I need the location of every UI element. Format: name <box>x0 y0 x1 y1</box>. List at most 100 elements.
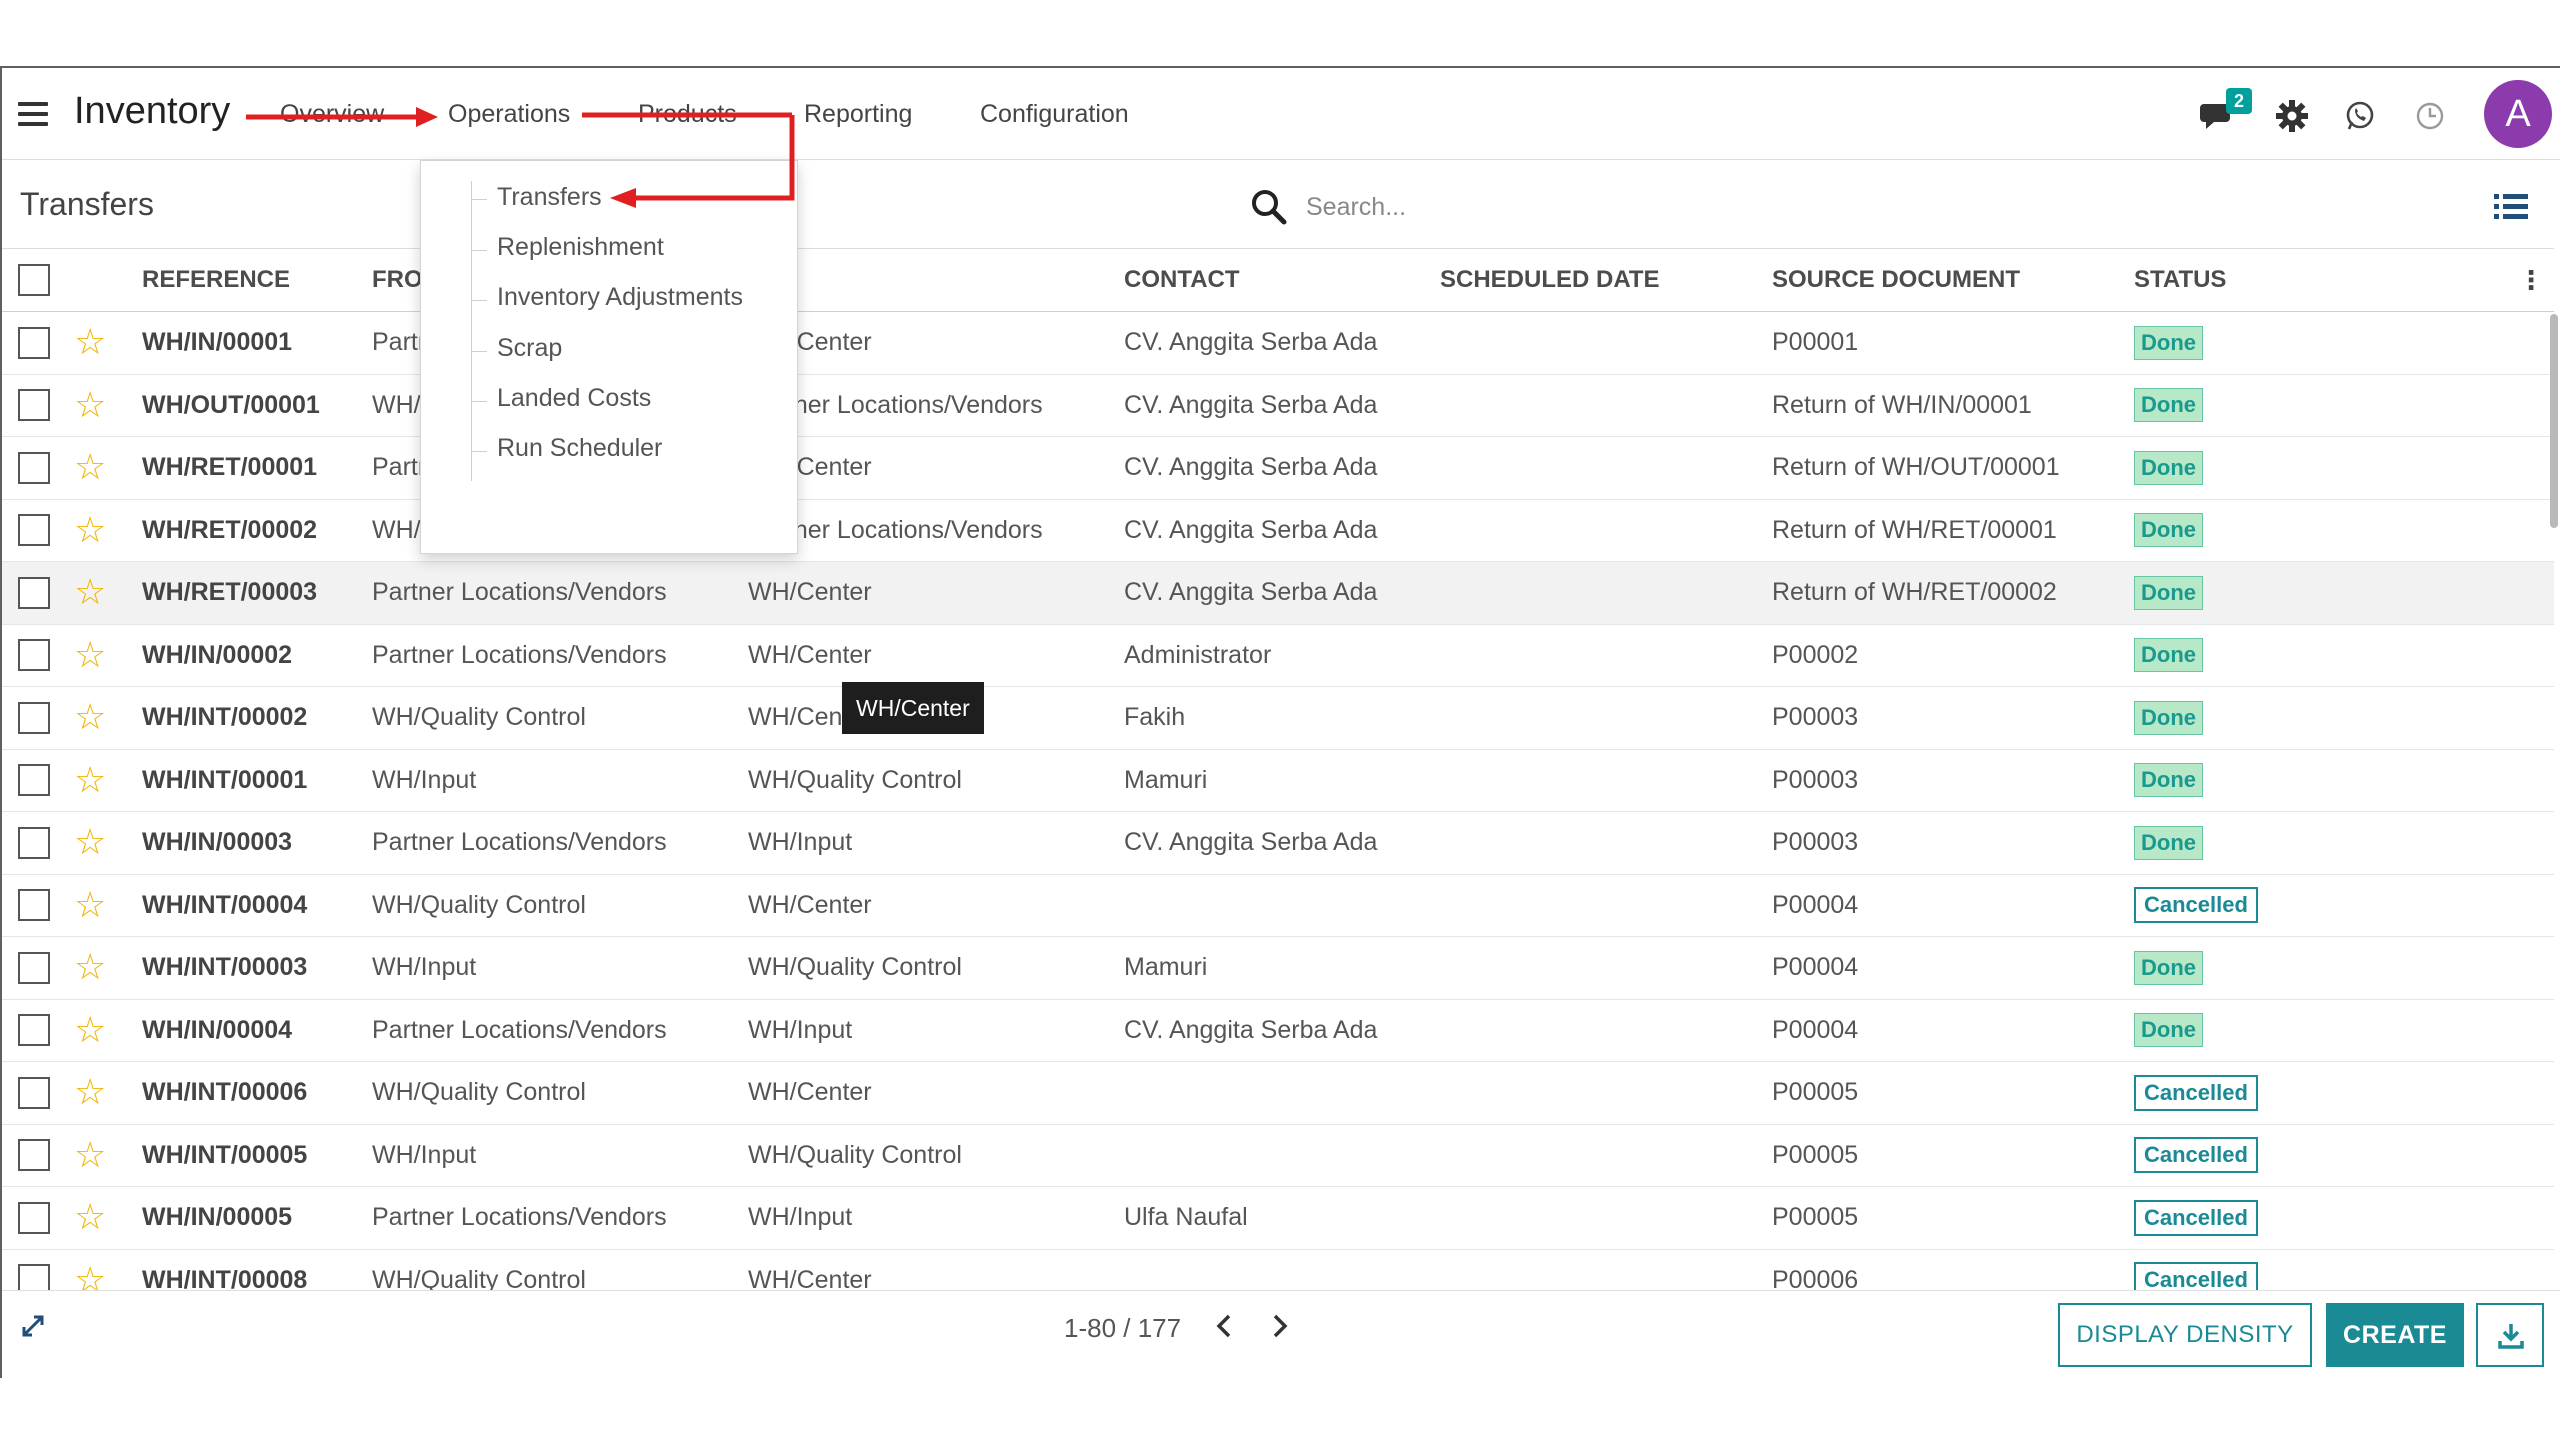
column-header-status[interactable]: STATUS ⋮ <box>2134 248 2554 312</box>
row-checkbox[interactable] <box>18 1014 50 1047</box>
cell-reference[interactable]: WH/RET/00002 <box>142 499 372 562</box>
star-icon[interactable]: ☆ <box>74 821 106 862</box>
menu-operations[interactable]: Operations <box>448 100 570 129</box>
expand-icon[interactable] <box>18 1311 48 1341</box>
user-avatar[interactable]: A <box>2484 80 2552 148</box>
cell-reference[interactable]: WH/INT/00006 <box>142 1061 372 1125</box>
star-icon[interactable]: ☆ <box>74 509 106 550</box>
table-row[interactable]: ☆WH/RET/00001Partner Locations/VendorsWH… <box>2 436 2554 500</box>
whatsapp-icon[interactable] <box>2342 98 2378 134</box>
table-row[interactable]: ☆WH/RET/00002WH/CenterPartner Locations/… <box>2 499 2554 562</box>
cell-reference[interactable]: WH/IN/00004 <box>142 999 372 1062</box>
cell-reference[interactable]: WH/INT/00001 <box>142 749 372 812</box>
cell-reference[interactable]: WH/RET/00003 <box>142 561 372 625</box>
star-icon[interactable]: ☆ <box>74 1071 106 1112</box>
gear-icon[interactable] <box>2274 98 2310 134</box>
menu-configuration[interactable]: Configuration <box>980 100 1129 129</box>
hamburger-menu-icon[interactable] <box>18 102 48 126</box>
column-header-scheduled-date[interactable]: SCHEDULED DATE <box>1440 248 1772 312</box>
row-checkbox[interactable] <box>18 764 50 797</box>
menu-item-run-scheduler[interactable]: Run Scheduler <box>497 434 662 463</box>
star-icon[interactable]: ☆ <box>74 384 106 425</box>
star-icon[interactable]: ☆ <box>74 696 106 737</box>
star-icon[interactable]: ☆ <box>74 884 106 925</box>
row-checkbox[interactable] <box>18 1076 50 1109</box>
table-row[interactable]: ☆ WH/INT/00003 WH/Input WH/Quality Control M… <box>2 936 2554 1000</box>
star-icon[interactable]: ☆ <box>74 446 106 487</box>
table-row[interactable]: ☆ WH/INT/00005 WH/Input WH/Quality Control P… <box>2 1124 2554 1187</box>
row-checkbox[interactable] <box>18 451 50 484</box>
cell-to: WH/Quality Control <box>748 749 1124 812</box>
menu-reporting[interactable]: Reporting <box>804 100 912 129</box>
star-icon[interactable]: ☆ <box>74 1009 106 1050</box>
chevron-right-icon[interactable] <box>1264 1311 1294 1341</box>
cell-reference[interactable]: WH/INT/00004 <box>142 874 372 937</box>
search-input[interactable] <box>1304 184 2208 230</box>
menu-item-scrap[interactable]: Scrap <box>497 334 562 363</box>
row-checkbox[interactable] <box>18 576 50 609</box>
table-row[interactable]: ☆ WH/IN/00004 Partner Locations/Vendors WH/… <box>2 999 2554 1062</box>
favorite-cell: ☆ <box>74 874 142 937</box>
clock-icon[interactable] <box>2412 98 2448 134</box>
chevron-left-icon[interactable] <box>1210 1311 1240 1341</box>
cell-reference[interactable]: WH/IN/00001 <box>142 311 372 375</box>
display-density-button[interactable]: DISPLAY DENSITY <box>2058 1303 2312 1367</box>
column-header-reference[interactable]: REFERENCE <box>142 248 372 312</box>
menu-item-transfers[interactable]: Transfers <box>497 183 602 212</box>
column-header-to[interactable]: TO <box>748 248 1124 312</box>
cell-reference[interactable]: WH/IN/00002 <box>142 624 372 687</box>
column-options-icon[interactable]: ⋮ <box>2518 265 2544 296</box>
download-button[interactable] <box>2476 1303 2544 1367</box>
cell-from: Partner Locations/Vendors <box>372 1186 748 1250</box>
table-row[interactable]: ☆ WH/INT/00001 WH/Input WH/Quality Control M… <box>2 749 2554 812</box>
cell-reference[interactable]: WH/RET/00001 <box>142 436 372 500</box>
star-icon[interactable]: ☆ <box>74 634 106 675</box>
menu-item-landed-costs[interactable]: Landed Costs <box>497 384 651 413</box>
cell-scheduled-date <box>1440 499 1772 562</box>
row-checkbox[interactable] <box>18 951 50 984</box>
table-row[interactable]: ☆ WH/INT/00002 WH/Quality Control WH/Center… <box>2 686 2554 750</box>
cell-reference[interactable]: WH/INT/00005 <box>142 1124 372 1187</box>
row-checkbox[interactable] <box>18 389 50 422</box>
row-checkbox[interactable] <box>18 701 50 734</box>
star-icon[interactable]: ☆ <box>74 1196 106 1237</box>
row-checkbox[interactable] <box>18 639 50 672</box>
table-row[interactable]: ☆ WH/IN/00005 Partner Locations/Vendors WH/… <box>2 1186 2554 1250</box>
table-row[interactable]: ☆WH/OUT/00001WH/CenterPartner Locations/… <box>2 374 2554 437</box>
star-icon[interactable]: ☆ <box>74 759 106 800</box>
table-row[interactable]: ☆ WH/IN/00003 Partner Locations/Vendors WH/… <box>2 811 2554 875</box>
menu-products[interactable]: Products <box>638 100 737 129</box>
create-button[interactable]: CREATE <box>2326 1303 2464 1367</box>
table-row[interactable]: ☆ WH/INT/00004 WH/Quality Control WH/Center… <box>2 874 2554 937</box>
menu-overview[interactable]: Overview <box>280 100 384 129</box>
column-header-source-document[interactable]: SOURCE DOCUMENT <box>1772 248 2134 312</box>
row-checkbox[interactable] <box>18 326 50 359</box>
star-icon[interactable]: ☆ <box>74 1134 106 1175</box>
column-header-contact[interactable]: CONTACT <box>1124 248 1440 312</box>
cell-reference[interactable]: WH/IN/00003 <box>142 811 372 875</box>
row-checkbox[interactable] <box>18 826 50 859</box>
cell-reference[interactable]: WH/IN/00005 <box>142 1186 372 1250</box>
star-icon[interactable]: ☆ <box>74 946 106 987</box>
vertical-scrollbar[interactable] <box>2550 314 2558 528</box>
row-checkbox[interactable] <box>18 1201 50 1234</box>
cell-reference[interactable]: WH/OUT/00001 <box>142 374 372 437</box>
table-row[interactable]: ☆ WH/INT/00006 WH/Quality Control WH/Center… <box>2 1061 2554 1125</box>
row-checkbox[interactable] <box>18 889 50 922</box>
cell-reference[interactable]: WH/INT/00003 <box>142 936 372 1000</box>
menu-item-replenishment[interactable]: Replenishment <box>497 233 664 262</box>
row-checkbox[interactable] <box>18 514 50 547</box>
pager-value[interactable]: 1-80 / 177 <box>1064 1313 1181 1344</box>
star-icon[interactable]: ☆ <box>74 321 106 362</box>
list-view-icon[interactable] <box>2494 192 2528 222</box>
table-row[interactable]: ☆ WH/IN/00002 Partner Locations/Vendors WH/… <box>2 624 2554 687</box>
row-checkbox[interactable] <box>18 1139 50 1172</box>
select-all-checkbox[interactable] <box>18 264 50 296</box>
table-row[interactable]: ☆ WH/RET/00003 Partner Locations/Vendors WH… <box>2 561 2554 625</box>
table-row[interactable]: ☆WH/IN/00001Partner Locations/VendorsWH/… <box>2 311 2554 375</box>
cell-contact <box>1124 874 1440 937</box>
cell-to: WH/Quality Control <box>748 936 1124 1000</box>
star-icon[interactable]: ☆ <box>74 571 106 612</box>
cell-reference[interactable]: WH/INT/00002 <box>142 686 372 750</box>
menu-item-inventory-adjustments[interactable]: Inventory Adjustments <box>497 283 743 312</box>
